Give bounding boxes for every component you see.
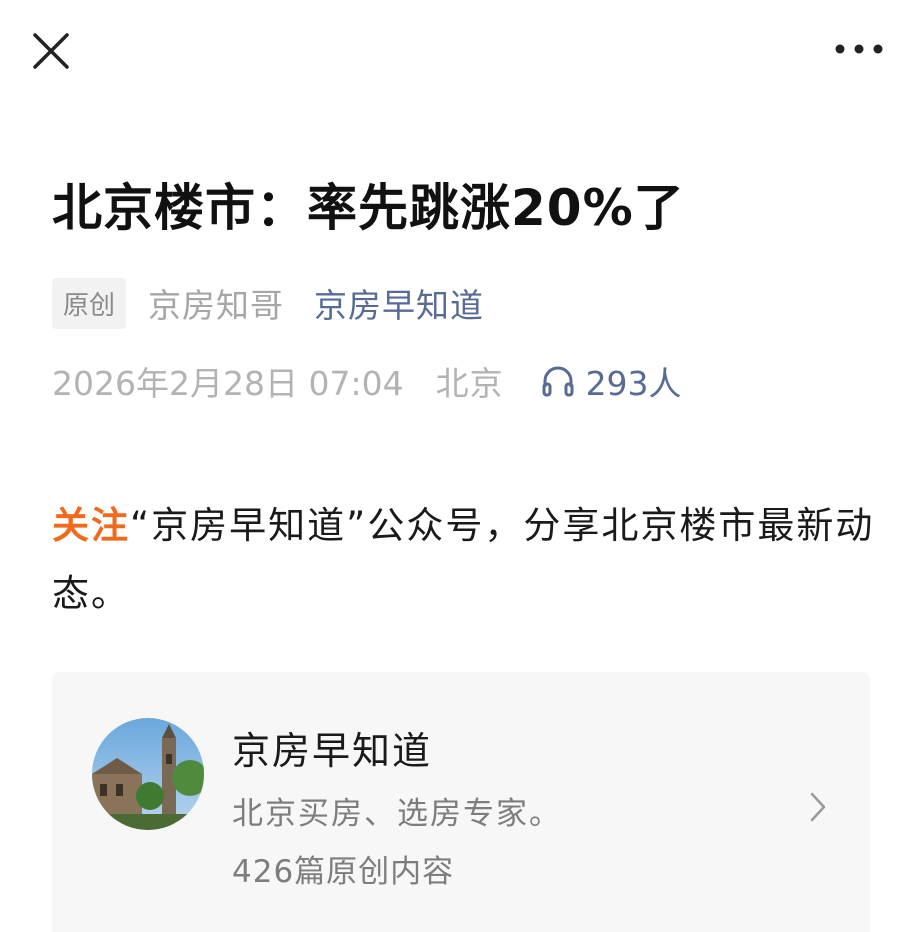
top-bar <box>0 0 922 100</box>
publish-location: 北京 <box>435 364 504 403</box>
follow-highlight: 关注 <box>52 504 130 547</box>
card-account-description: 北京买房、选房专家。 <box>232 796 562 832</box>
article-title: 北京楼市：率先跳涨20%了 <box>52 179 685 237</box>
account-name-link[interactable]: 京房早知道 <box>314 279 484 327</box>
article-meta-time-row: 2026年2月28日 07:04 北京 293人 <box>52 356 682 406</box>
intro-text: “京房早知道”公众号，分享北京楼市最新动态。 <box>52 504 875 615</box>
card-account-name: 京房早知道 <box>232 729 433 773</box>
article-page: 北京楼市：率先跳涨20%了 原创 京房知哥 京房早知道 2026年2月28日 0… <box>0 0 922 932</box>
close-button[interactable] <box>28 28 74 74</box>
card-article-count: 426篇原创内容 <box>232 854 455 890</box>
chevron-right-icon <box>810 792 826 822</box>
publish-time: 2026年2月28日 07:04 <box>52 364 404 403</box>
headphones-icon <box>542 366 574 397</box>
account-avatar <box>92 718 204 830</box>
author-name: 京房知哥 <box>148 286 285 325</box>
article-intro-paragraph: 关注“京房早知道”公众号，分享北京楼市最新动态。 <box>52 492 882 628</box>
article-meta-author-row: 原创 京房知哥 京房早知道 <box>52 277 484 329</box>
account-profile-card[interactable]: 京房早知道 北京买房、选房专家。 426篇原创内容 <box>52 672 870 932</box>
listen-button[interactable]: 293人 <box>540 357 682 405</box>
more-options-button[interactable] <box>834 34 884 64</box>
listen-count: 293人 <box>585 364 682 403</box>
close-icon <box>33 33 69 69</box>
more-horizontal-icon <box>835 44 883 54</box>
original-badge: 原创 <box>52 277 127 329</box>
